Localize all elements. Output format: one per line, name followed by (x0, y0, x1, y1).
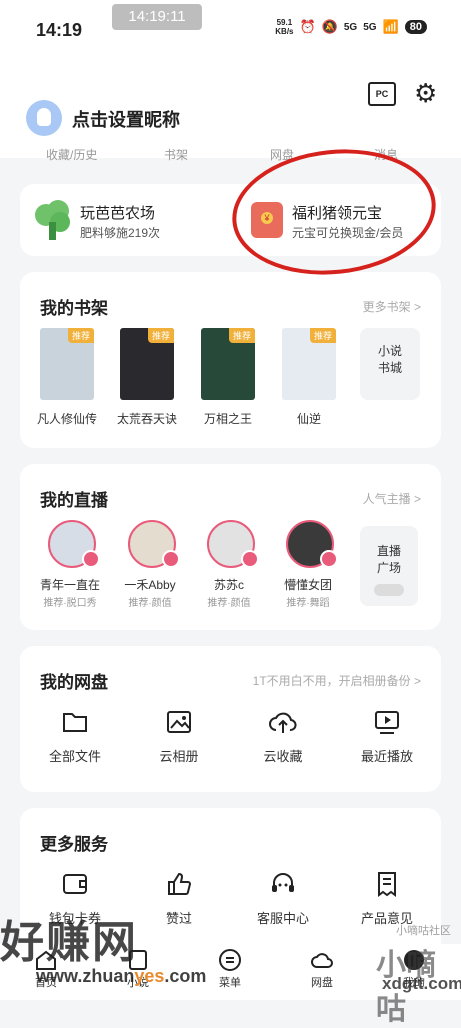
menu-icon (219, 949, 241, 971)
recent-play-button[interactable]: 最近播放 (342, 708, 432, 765)
net-speed: 59.1 KB/s (275, 18, 294, 36)
status-time: 14:19 (36, 20, 83, 40)
cloud-album-button[interactable]: 云相册 (134, 708, 224, 765)
gear-icon[interactable]: ⚙ (414, 80, 437, 106)
tab-netdisk[interactable]: 网盘 (292, 948, 352, 990)
recommend-tag: 推荐 (67, 328, 94, 343)
netdisk-more-link[interactable]: 1T不用白不用，开启相册备份 > (253, 672, 421, 689)
photo-album-icon (167, 711, 191, 733)
services-title: 更多服务 (40, 835, 108, 854)
streamer-tag: 推荐·脱口秀 (43, 598, 97, 609)
tree-icon (35, 200, 70, 240)
netdisk-title: 我的网盘 (40, 673, 108, 692)
subnav-history[interactable]: 收藏/历史 (46, 146, 97, 163)
novel-store-button[interactable]: 小说 书城 (360, 328, 420, 400)
watermark-logo: 好赚网 (0, 918, 138, 967)
cloud-upload-icon (269, 712, 297, 733)
pc-icon[interactable]: PC (368, 82, 396, 106)
streamer-name[interactable]: 青年一直在 (30, 576, 110, 593)
headset-icon (272, 873, 294, 892)
toggle-icon (374, 584, 404, 596)
streamer-avatar[interactable] (48, 520, 100, 568)
battery-icon: 80 (404, 20, 427, 34)
thumbs-up-icon (168, 872, 192, 895)
streamer-avatar[interactable] (286, 520, 338, 568)
streamer-name[interactable]: 懵懂女团 (268, 576, 348, 593)
clock-overlay: 14:19:11 (112, 4, 202, 30)
profile-header: 点击设置昵称 PC ⚙ (0, 58, 461, 158)
book-cover[interactable]: 推荐 (120, 328, 174, 400)
avatar[interactable] (26, 100, 62, 136)
bookshelf-more-link[interactable]: 更多书架 > (363, 298, 421, 315)
streamer-avatar[interactable] (207, 520, 259, 568)
alarm-icon: ⏰ (299, 19, 316, 34)
book-cover[interactable]: 推荐 (282, 328, 336, 400)
subnav-bookshelf[interactable]: 书架 (164, 146, 188, 163)
watermark-url: www.zhuanyes.com (36, 966, 207, 986)
signal-icon-2: 5G (363, 21, 377, 33)
status-icons: 59.1 KB/s ⏰ 🔕 5G 5G 📶 80 (275, 18, 427, 36)
streamer-name[interactable]: 一禾Abby (110, 576, 190, 593)
feedback-button[interactable]: 产品意见 (342, 870, 432, 927)
streamer-tag: 推荐·舞蹈 (286, 598, 330, 609)
signal-icon: 5G (343, 21, 358, 33)
bookshelf-card: 我的书架 更多书架 > 推荐 凡人修仙传 推荐 太荒吞天诀 推荐 万相之王 推荐… (20, 272, 441, 448)
mute-icon: 🔕 (321, 19, 338, 34)
wallet-icon (63, 874, 87, 894)
recommend-tag: 推荐 (147, 328, 174, 343)
streamer-avatar[interactable] (128, 520, 180, 568)
streamer-name[interactable]: 苏苏c (189, 576, 269, 593)
recommend-tag: 推荐 (228, 328, 255, 343)
recommend-tag: 推荐 (309, 328, 336, 343)
feedback-icon (378, 872, 396, 897)
watermark-community: 小嘀咕社区 (396, 925, 451, 937)
all-files-button[interactable]: 全部文件 (30, 708, 120, 765)
cloud-collect-button[interactable]: 云收藏 (238, 708, 328, 765)
liked-button[interactable]: 赞过 (134, 870, 224, 927)
farm-subtitle: 肥料够施219次 (80, 226, 161, 240)
live-card: 我的直播 人气主播 > 青年一直在 推荐·脱口秀 一禾Abby 推荐·颜值 苏苏… (20, 464, 441, 630)
live-title: 我的直播 (40, 491, 108, 510)
streamer-tag: 推荐·颜值 (207, 598, 251, 609)
cloud-icon (311, 953, 333, 968)
bookshelf-title: 我的书架 (40, 299, 108, 318)
farm-title[interactable]: 玩芭芭农场 (80, 202, 155, 223)
set-nickname-link[interactable]: 点击设置昵称 (72, 106, 180, 132)
book-cover[interactable]: 推荐 (201, 328, 255, 400)
book-name[interactable]: 仙逆 (264, 410, 354, 427)
wifi-icon: 📶 (382, 19, 399, 34)
book-name[interactable]: 凡人修仙传 (22, 410, 112, 427)
folder-icon (63, 713, 87, 732)
live-plaza-button[interactable]: 直播 广场 (360, 526, 418, 606)
book-name[interactable]: 万相之王 (183, 410, 273, 427)
netdisk-card: 我的网盘 1T不用白不用，开启相册备份 > 全部文件 云相册 云收藏 最近播放 (20, 646, 441, 792)
book-cover[interactable]: 推荐 (40, 328, 94, 400)
streamer-tag: 推荐·颜值 (128, 598, 172, 609)
video-play-icon (375, 711, 399, 734)
live-more-link[interactable]: 人气主播 > (363, 490, 421, 507)
tab-menu[interactable]: 菜单 (200, 948, 260, 990)
watermark-xdg-url: xdgtt.com (382, 974, 461, 993)
status-bar: 14:19 14:19:11 59.1 KB/s ⏰ 🔕 5G 5G 📶 80 (0, 0, 461, 58)
book-name[interactable]: 太荒吞天诀 (102, 410, 192, 427)
customer-service-button[interactable]: 客服中心 (238, 870, 328, 927)
